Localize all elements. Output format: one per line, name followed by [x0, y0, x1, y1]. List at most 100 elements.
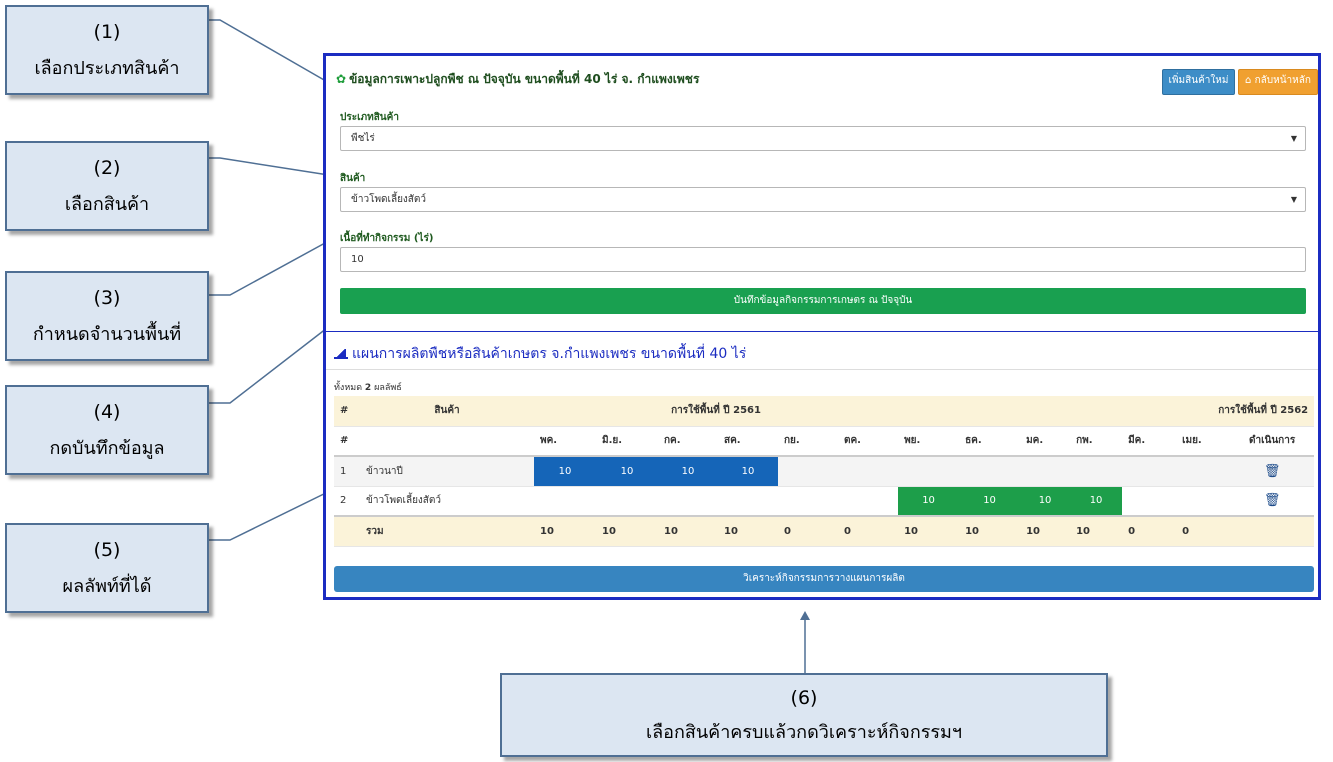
sum-cell: 10: [596, 515, 658, 547]
area-input[interactable]: 10: [340, 247, 1306, 272]
app-screenshot-panel: ✿ ข้อมูลการเพาะปลูกพืช ณ ปัจจุบัน ขนาดพื้…: [323, 53, 1321, 600]
home-button[interactable]: ⌂ กลับหน้าหลัก: [1238, 69, 1318, 95]
empty-cell: [534, 486, 596, 517]
callout-text: เลือกสินค้า: [64, 194, 150, 215]
home-button-label: กลับหน้าหลัก: [1254, 75, 1311, 86]
empty-cell: [1176, 456, 1231, 487]
sum-cell: 0: [1176, 515, 1231, 547]
usage-cell: 10: [959, 486, 1021, 517]
add-product-button[interactable]: เพิ่มสินค้าใหม่: [1162, 69, 1235, 95]
form-title: ✿ ข้อมูลการเพาะปลูกพืช ณ ปัจจุบัน ขนาดพื้…: [336, 70, 699, 89]
save-button[interactable]: บันทึกข้อมูลกิจกรรมการเกษตร ณ ปัจจุบัน: [340, 288, 1306, 314]
month-header: กย.: [778, 426, 838, 457]
connector-1: [205, 19, 339, 89]
callout-text: กำหนดจำนวนพื้นที่: [32, 324, 182, 345]
result-count-suffix: ผลลัพธ์: [374, 383, 402, 393]
empty-cell: [1122, 456, 1177, 487]
result-count-value: 2: [364, 383, 372, 393]
row-product: ข้าวนาปี: [360, 456, 534, 487]
category-select[interactable]: พืชไร่ ▼: [340, 126, 1306, 151]
month-header: กพ.: [1070, 426, 1123, 457]
section-divider: [326, 331, 1318, 332]
connector-4: [205, 317, 341, 404]
month-header: มค.: [1020, 426, 1071, 457]
empty-cell: [838, 486, 899, 517]
month-header: ตค.: [838, 426, 899, 457]
callout-number: (1): [93, 21, 121, 43]
sum-cell: 10: [959, 515, 1021, 547]
callout-number: (2): [93, 157, 121, 179]
month-header: มิ.ย.: [596, 426, 658, 457]
sum-label: รวม: [360, 515, 534, 547]
row-product: ข้าวโพดเลี้ยงสัตว์: [360, 486, 534, 517]
connector-3: [205, 236, 337, 296]
table-header-row: # สินค้า การใช้พื้นที่ ปี 2561 การใช้พื้…: [334, 396, 1315, 427]
product-label: สินค้า: [340, 173, 366, 184]
empty-cell: [596, 486, 658, 517]
empty-cell: [1122, 486, 1177, 517]
category-label: ประเภทสินค้า: [340, 112, 399, 123]
empty-cell: [778, 456, 838, 487]
usage-cell: 10: [1020, 486, 1071, 517]
home-icon: ⌂: [1245, 75, 1252, 86]
usage-cell: 10: [1070, 486, 1123, 517]
sum-cell: 0: [778, 515, 838, 547]
col-blank: [360, 426, 534, 457]
empty-cell: [838, 456, 899, 487]
month-header: พค.: [534, 426, 596, 457]
callout-3: (3) กำหนดจำนวนพื้นที่: [5, 271, 209, 361]
chevron-down-icon: ▼: [1290, 195, 1297, 204]
col-product: สินค้า: [360, 396, 534, 427]
col-hash: #: [334, 396, 360, 427]
callout-5: (5) ผลลัพท์ที่ได้: [5, 523, 209, 613]
callout-text: เลือกประเภทสินค้า: [34, 58, 180, 79]
area-label: เนื้อที่ทำกิจกรรม (ไร่): [340, 233, 434, 244]
usage-cell: 10: [718, 456, 778, 487]
table-row: 1 ข้าวนาปี 10 10 10 10 🗑: [334, 456, 1315, 487]
callout-2: (2) เลือกสินค้า: [5, 141, 209, 231]
usage-cell: 10: [596, 456, 658, 487]
arrowhead-6: [800, 611, 810, 620]
empty-cell: [959, 456, 1021, 487]
callout-text: กดบันทึกข้อมูล: [49, 438, 165, 459]
plan-title: แผนการผลิตพืชหรือสินค้าเกษตร จ.กำแพงเพชร…: [334, 343, 746, 365]
callout-4: (4) กดบันทึกข้อมูล: [5, 385, 209, 475]
connector-2: [205, 157, 336, 177]
usage-cell: 10: [534, 456, 596, 487]
trash-icon: 🗑: [1263, 463, 1281, 479]
col-year-2562: การใช้พื้นที่ ปี 2562: [898, 396, 1315, 427]
empty-cell: [1176, 486, 1231, 517]
trash-icon: 🗑: [1263, 493, 1281, 509]
empty-cell: [658, 486, 718, 517]
month-header: สค.: [718, 426, 778, 457]
plan-table: # สินค้า การใช้พื้นที่ ปี 2561 การใช้พื้…: [334, 396, 1315, 547]
sum-blank: [334, 515, 360, 547]
col-year-2561: การใช้พื้นที่ ปี 2561: [534, 396, 899, 427]
area-value: 10: [351, 254, 364, 265]
category-value: พืชไร่: [351, 133, 375, 144]
empty-cell: [1070, 456, 1123, 487]
month-header: กค.: [658, 426, 718, 457]
sum-cell: 10: [718, 515, 778, 547]
delete-row-button[interactable]: 🗑: [1230, 456, 1315, 487]
product-select[interactable]: ข้าวโพดเลี้ยงสัตว์ ▼: [340, 187, 1306, 212]
sum-cell: 10: [658, 515, 718, 547]
callout-number: (6): [790, 687, 818, 709]
row-index: 2: [334, 486, 360, 517]
sum-blank: [1230, 515, 1315, 547]
callout-text: เลือกสินค้าครบแล้วกดวิเคราะห์กิจกรรมฯ: [645, 722, 963, 743]
empty-cell: [778, 486, 838, 517]
leaf-icon: ✿: [336, 72, 347, 86]
row-index: 1: [334, 456, 360, 487]
form-title-text: ข้อมูลการเพาะปลูกพืช ณ ปัจจุบัน ขนาดพื้น…: [349, 72, 700, 86]
callout-number: (4): [93, 401, 121, 423]
sum-cell: 10: [534, 515, 596, 547]
delete-row-button[interactable]: 🗑: [1230, 486, 1315, 517]
sum-cell: 0: [838, 515, 899, 547]
analyze-button[interactable]: วิเคราะห์กิจกรรมการวางแผนการผลิต: [334, 566, 1314, 592]
product-value: ข้าวโพดเลี้ยงสัตว์: [351, 194, 427, 205]
empty-cell: [718, 486, 778, 517]
sum-cell: 10: [898, 515, 960, 547]
sum-cell: 0: [1122, 515, 1177, 547]
callout-number: (3): [93, 287, 121, 309]
